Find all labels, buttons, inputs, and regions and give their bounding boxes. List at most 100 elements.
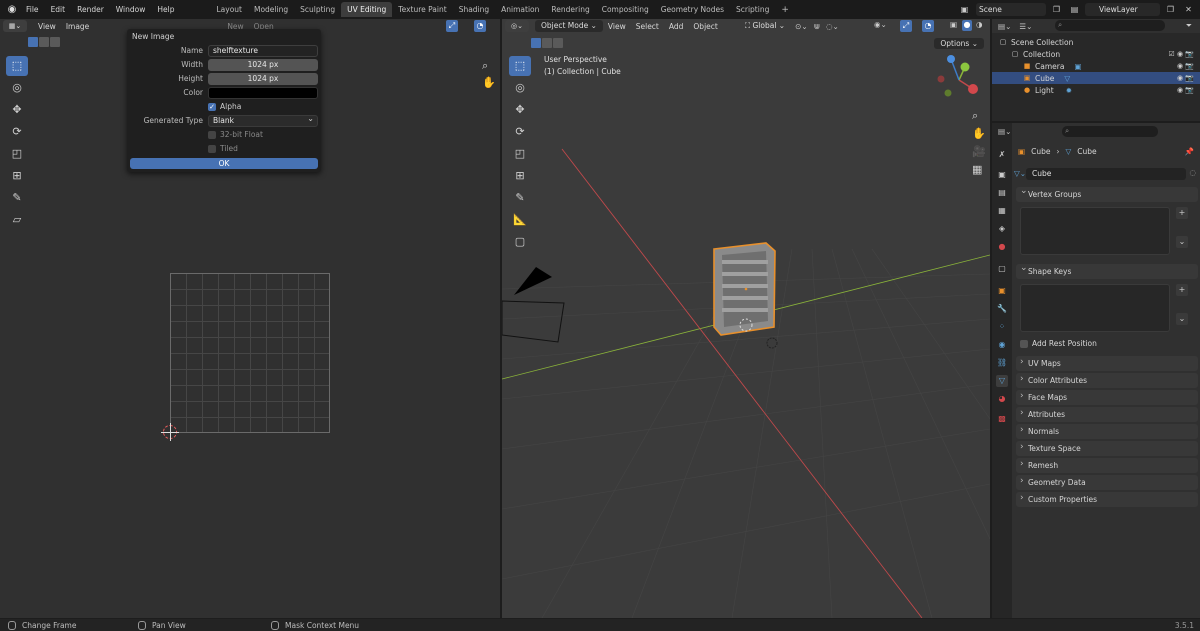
vp-vertex-select-icon[interactable]: [531, 38, 541, 48]
viewport-editor-type-icon[interactable]: ◎⌄: [505, 20, 529, 32]
ortho-toggle-icon[interactable]: ▦: [972, 163, 982, 176]
texture-tab-icon[interactable]: ▩: [996, 413, 1008, 425]
attributes-panel[interactable]: Attributes: [1016, 406, 1198, 422]
tab-shading[interactable]: Shading: [453, 2, 495, 17]
tab-modeling[interactable]: Modeling: [248, 2, 294, 17]
uv-menu-image[interactable]: Image: [61, 22, 95, 31]
camera-view-icon[interactable]: 🎥: [972, 145, 986, 158]
add-vertex-group-icon[interactable]: +: [1176, 207, 1188, 219]
constraints-tab-icon[interactable]: ⛓: [996, 357, 1008, 369]
properties-search-input[interactable]: ⌕: [1062, 126, 1158, 137]
vp-move-tool-icon[interactable]: ✥: [509, 100, 531, 120]
options-button[interactable]: Options ⌄: [934, 38, 984, 49]
outliner-funnel-icon[interactable]: ⏷: [1186, 21, 1192, 31]
tab-scripting[interactable]: Scripting: [730, 2, 775, 17]
menu-render[interactable]: Render: [71, 0, 110, 19]
camera-visibility-icons[interactable]: ◉ 📷: [1177, 62, 1194, 70]
shape-keys-list[interactable]: [1020, 284, 1170, 332]
view-layer-selector[interactable]: ViewLayer: [1085, 3, 1160, 16]
vertex-groups-menu-icon[interactable]: ⌄: [1176, 236, 1188, 248]
rotate-tool-icon[interactable]: ⟳: [6, 122, 28, 142]
close-view-layer-icon[interactable]: ✕: [1182, 3, 1195, 16]
name-input[interactable]: shelftexture: [208, 45, 318, 57]
view-layer-icon[interactable]: ▤: [1068, 3, 1081, 16]
tab-animation[interactable]: Animation: [495, 2, 545, 17]
face-maps-panel[interactable]: Face Maps: [1016, 389, 1198, 405]
tiled-checkbox[interactable]: Tiled: [208, 144, 238, 153]
normals-panel[interactable]: Normals: [1016, 423, 1198, 439]
pin-icon[interactable]: 📌: [1185, 147, 1194, 156]
add-rest-position-checkbox[interactable]: Add Rest Position: [1020, 339, 1097, 348]
viewport-gizmo-toggle-icon[interactable]: ⤢: [900, 20, 912, 32]
uv-maps-panel[interactable]: UV Maps: [1016, 355, 1198, 371]
select-box-tool-icon[interactable]: ⬚: [6, 56, 28, 76]
menu-help[interactable]: Help: [151, 0, 180, 19]
float-checkbox[interactable]: 32-bit Float: [208, 130, 263, 139]
add-shape-key-icon[interactable]: +: [1176, 284, 1188, 296]
alpha-checkbox[interactable]: ✓ Alpha: [208, 102, 241, 111]
outliner-editor-type-icon[interactable]: ▤⌄: [998, 22, 1011, 31]
solid-shading-icon[interactable]: ●: [962, 20, 972, 31]
vp-edge-select-icon[interactable]: [542, 38, 552, 48]
vp-scale-tool-icon[interactable]: ◰: [509, 144, 531, 164]
scene-tab-icon[interactable]: ◈: [996, 223, 1008, 235]
output-tab-icon[interactable]: ▤: [996, 187, 1008, 199]
annotate-tool-icon[interactable]: ✎: [6, 188, 28, 208]
menu-edit[interactable]: Edit: [45, 0, 72, 19]
vp-transform-tool-icon[interactable]: ⊞: [509, 166, 531, 186]
tab-rendering[interactable]: Rendering: [545, 2, 595, 17]
tab-uv-editing[interactable]: UV Editing: [341, 2, 393, 17]
add-workspace-button[interactable]: +: [775, 5, 795, 15]
face-select-icon[interactable]: [50, 37, 60, 47]
proportional-edit-icon[interactable]: ◌⌄: [826, 22, 839, 31]
vp-menu-add[interactable]: Add: [664, 22, 689, 31]
fake-user-icon[interactable]: ◌: [1189, 168, 1196, 177]
tab-geometry-nodes[interactable]: Geometry Nodes: [655, 2, 730, 17]
grab-tool-icon[interactable]: ▱: [6, 210, 28, 230]
vp-add-cube-tool-icon[interactable]: ▢: [509, 232, 531, 252]
overlay-toggle-icon[interactable]: ◔: [474, 20, 486, 32]
shading-options-icon[interactable]: ◑: [976, 20, 983, 29]
vp-menu-view[interactable]: View: [603, 22, 631, 31]
shape-keys-menu-icon[interactable]: ⌄: [1176, 313, 1188, 325]
outliner-search-input[interactable]: ⌕: [1055, 20, 1165, 31]
shape-keys-panel[interactable]: Shape Keys: [1016, 261, 1198, 279]
width-field[interactable]: 1024 px: [208, 59, 318, 71]
scene-collection-row[interactable]: ▢ Scene Collection: [992, 36, 1200, 48]
collection-row[interactable]: ▢ Collection ☑ ◉ 📷: [992, 48, 1200, 60]
transform-tool-icon[interactable]: ⊞: [6, 166, 28, 186]
blender-logo-icon[interactable]: ◉: [4, 0, 20, 19]
mode-selector[interactable]: Object Mode ⌄: [535, 20, 603, 32]
edge-select-icon[interactable]: [39, 37, 49, 47]
tab-layout[interactable]: Layout: [210, 2, 248, 17]
xray-icon[interactable]: ▣: [950, 20, 957, 29]
3d-viewport[interactable]: ◎⌄ Object Mode ⌄ View Select Add Object …: [502, 19, 990, 618]
outliner-row-cube[interactable]: ▣ Cube ▽ ◉ 📷: [992, 72, 1200, 84]
snap-icon[interactable]: ⋓: [814, 22, 820, 31]
vp-zoom-icon[interactable]: ⌕: [972, 109, 978, 123]
tab-texture-paint[interactable]: Texture Paint: [392, 2, 452, 17]
cursor-tool-icon[interactable]: ◎: [6, 78, 28, 98]
mesh-browse-icon[interactable]: ▽⌄: [1014, 169, 1026, 178]
vp-annotate-tool-icon[interactable]: ✎: [509, 188, 531, 208]
vp-menu-object[interactable]: Object: [688, 22, 722, 31]
editor-type-icon[interactable]: ▦⌄: [3, 20, 27, 32]
collection-visibility-icons[interactable]: ☑ ◉ 📷: [1168, 50, 1194, 58]
scale-tool-icon[interactable]: ◰: [6, 144, 28, 164]
modifier-tab-icon[interactable]: 🔧: [996, 303, 1008, 315]
mesh-data-tab-icon[interactable]: ▽: [996, 375, 1008, 387]
visibility-icon[interactable]: ◉⌄: [874, 20, 887, 29]
vp-select-box-tool-icon[interactable]: ⬚: [509, 56, 531, 76]
pan-hand-icon[interactable]: ✋: [482, 76, 496, 89]
object-tab-icon[interactable]: ▣: [996, 285, 1008, 297]
light-visibility-icons[interactable]: ◉ 📷: [1177, 86, 1194, 94]
texture-space-panel[interactable]: Texture Space: [1016, 440, 1198, 456]
vertex-select-icon[interactable]: [28, 37, 38, 47]
render-tab-icon[interactable]: ▣: [996, 169, 1008, 181]
material-tab-icon[interactable]: ◕: [996, 393, 1008, 405]
view-layer-tab-icon[interactable]: ▦: [996, 205, 1008, 217]
vp-face-select-icon[interactable]: [553, 38, 563, 48]
gizmo-toggle-icon[interactable]: ⤢: [446, 20, 458, 32]
props-editor-type-icon[interactable]: ▤⌄: [998, 127, 1011, 136]
remesh-panel[interactable]: Remesh: [1016, 457, 1198, 473]
